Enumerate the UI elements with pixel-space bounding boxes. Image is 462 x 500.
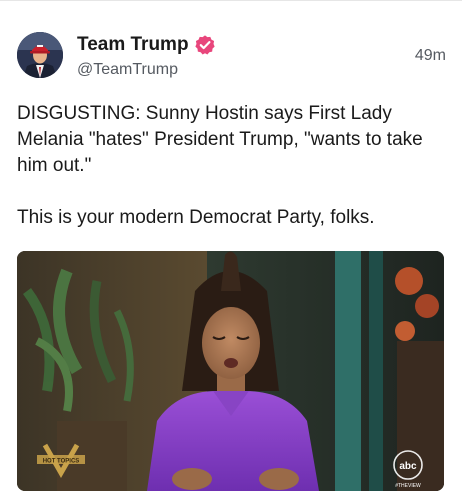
show-logo-text: HOT TOPICS <box>43 459 80 465</box>
author-handle[interactable]: @TeamTrump <box>77 61 216 79</box>
show-hashtag: #THEVIEW <box>395 483 421 489</box>
post-text-paragraph-2: This is your modern Democrat Party, folk… <box>17 207 375 228</box>
display-name-row: Team Trump <box>77 32 216 58</box>
author-avatar[interactable] <box>17 32 63 78</box>
post-timestamp[interactable]: 49m <box>415 47 446 65</box>
verified-badge-icon <box>194 34 216 56</box>
post-header: Team Trump @TeamTrump 49m <box>17 32 446 84</box>
post-text-paragraph-1: DISGUSTING: Sunny Hostin says First Lady… <box>17 103 423 176</box>
video-still-image: HOT TOPICS abc #THEVIEW <box>17 251 444 491</box>
profile-photo-avatar <box>17 32 63 78</box>
network-logo-text: abc <box>399 461 417 472</box>
post-card[interactable]: Team Trump @TeamTrump 49m DISGUSTING: Su… <box>0 0 462 500</box>
author-display-name[interactable]: Team Trump <box>77 34 189 56</box>
post-video-thumbnail[interactable]: HOT TOPICS abc #THEVIEW <box>17 251 444 491</box>
post-body: DISGUSTING: Sunny Hostin says First Lady… <box>17 101 446 231</box>
author-names: Team Trump @TeamTrump <box>77 32 216 79</box>
